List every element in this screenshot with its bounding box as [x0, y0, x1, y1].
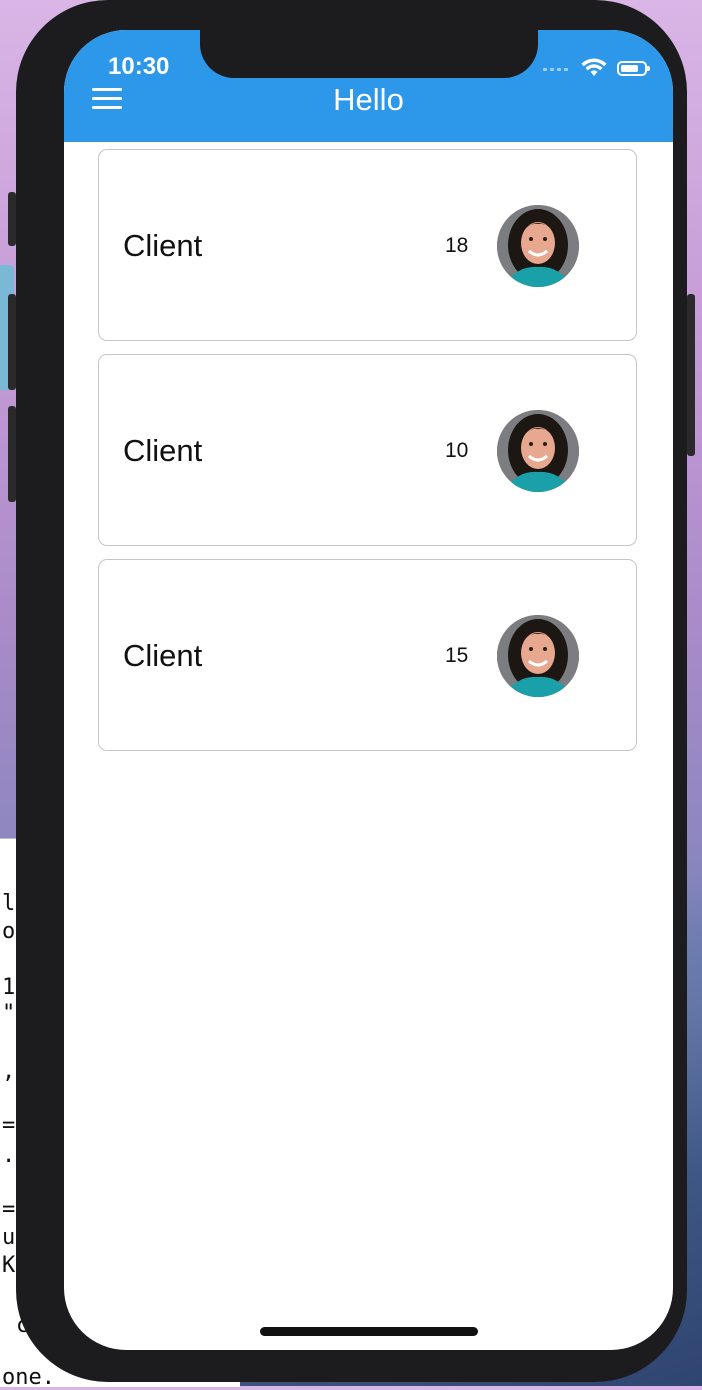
- terminal-line: 1: [2, 975, 16, 1000]
- ringer-switch: [8, 192, 16, 246]
- client-count: 15: [445, 644, 469, 667]
- status-time: 10:30: [108, 53, 170, 80]
- page-title: Hello: [333, 82, 404, 117]
- iphone-simulator-frame: 10:30 Hello Client 18 Client 10 Client 1…: [8, 0, 695, 1382]
- battery-icon: [617, 60, 650, 76]
- client-count: 10: [445, 439, 469, 462]
- client-card[interactable]: Client 15: [98, 559, 637, 751]
- cellular-signal-icon: [543, 65, 571, 71]
- home-indicator[interactable]: [260, 1327, 478, 1336]
- volume-up-button: [8, 294, 16, 390]
- terminal-line: .: [2, 1143, 16, 1168]
- terminal-line: K: [2, 1253, 16, 1278]
- terminal-line: =: [2, 1113, 16, 1138]
- terminal-line: l: [2, 891, 16, 916]
- client-count: 18: [445, 234, 469, 257]
- terminal-line: one.: [2, 1365, 55, 1390]
- client-avatar: [497, 205, 579, 287]
- terminal-line: ,: [2, 1059, 16, 1084]
- client-avatar: [497, 615, 579, 697]
- volume-down-button: [8, 406, 16, 502]
- client-avatar: [497, 410, 579, 492]
- client-name: Client: [123, 638, 203, 673]
- app-screen: 10:30 Hello Client 18 Client 10 Client 1…: [64, 30, 673, 1350]
- terminal-line: ": [2, 1001, 16, 1026]
- power-button: [687, 294, 695, 456]
- device-notch: [200, 30, 538, 78]
- client-name: Client: [123, 228, 203, 263]
- wifi-icon: [581, 58, 607, 76]
- battery-level: [621, 64, 638, 72]
- terminal-line: =: [2, 1197, 16, 1222]
- terminal-line: u: [2, 1225, 16, 1250]
- client-card[interactable]: Client 18: [98, 149, 637, 341]
- client-name: Client: [123, 433, 203, 468]
- status-icons: [543, 56, 650, 80]
- navigation-bar: 10:30 Hello: [64, 30, 673, 142]
- client-card[interactable]: Client 10: [98, 354, 637, 546]
- terminal-line: o: [2, 919, 16, 944]
